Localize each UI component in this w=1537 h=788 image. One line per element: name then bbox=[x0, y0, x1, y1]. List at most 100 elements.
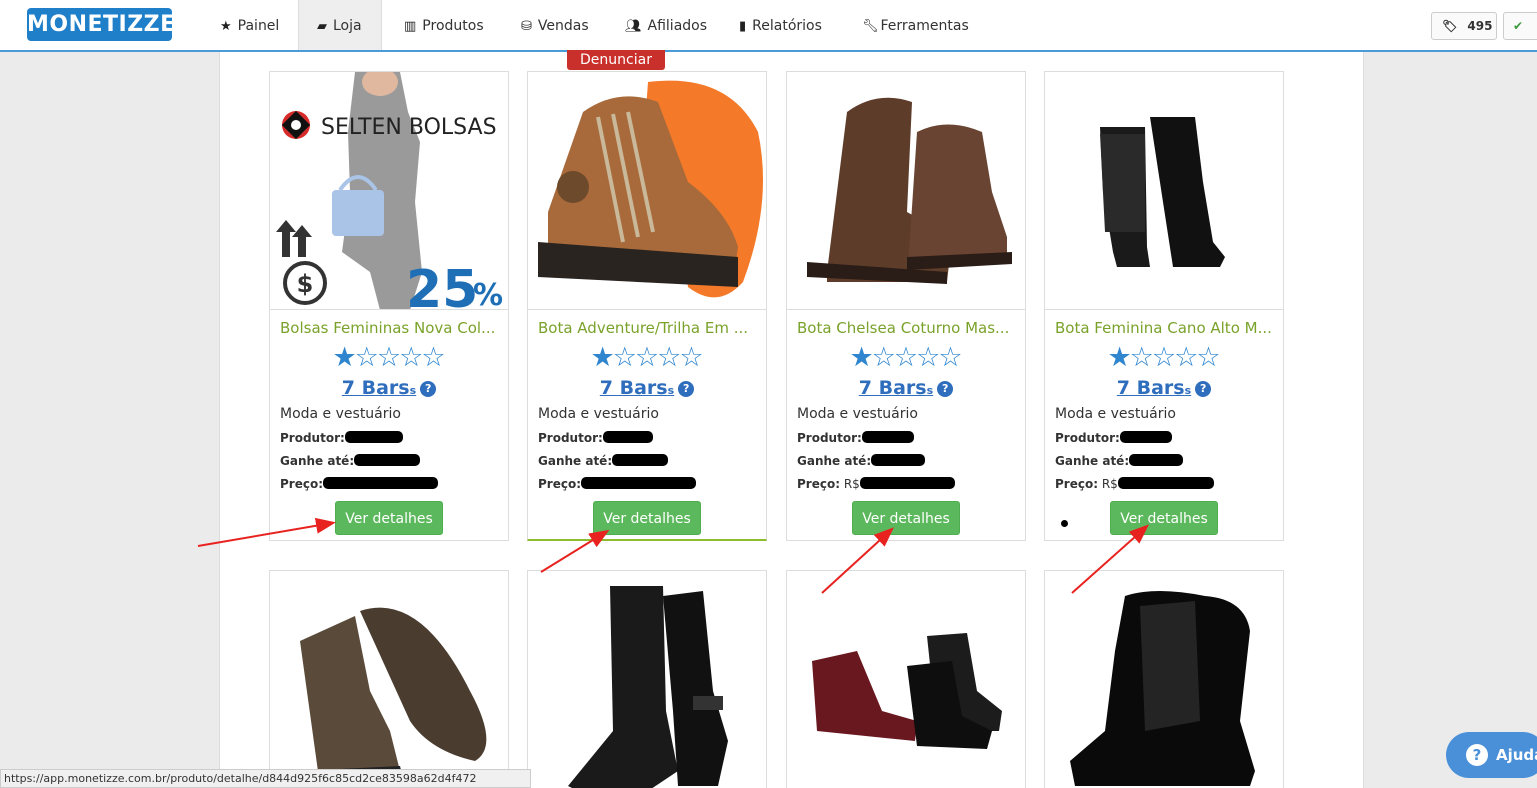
bars-rating-link[interactable]: 7 Barss? bbox=[787, 377, 1025, 399]
currency-prefix: R$ bbox=[843, 477, 860, 491]
product-card bbox=[786, 570, 1026, 788]
star-empty-icon: ☆ bbox=[657, 342, 682, 373]
product-image[interactable] bbox=[528, 571, 766, 788]
bars-label: 7 Bars bbox=[341, 377, 410, 399]
star-empty-icon: ☆ bbox=[871, 342, 896, 373]
product-image[interactable] bbox=[270, 571, 508, 788]
nav-afiliados[interactable]: 👥︎ Afiliados bbox=[625, 0, 707, 50]
star-filled-icon: ★ bbox=[1107, 342, 1132, 373]
shopping-bag-icon: ▰ bbox=[317, 19, 327, 34]
browser-status-url: https://app.monetizze.com.br/produto/det… bbox=[0, 769, 531, 788]
nav-painel[interactable]: ★ Painel bbox=[220, 0, 279, 50]
bar-chart-icon: ▮ bbox=[739, 19, 747, 34]
product-title[interactable]: Bota Adventure/Trilha Em ... bbox=[538, 319, 760, 337]
redacted-value bbox=[354, 454, 421, 466]
redacted-value bbox=[602, 431, 653, 443]
product-image[interactable] bbox=[1045, 72, 1283, 310]
redacted-value bbox=[612, 454, 669, 466]
svg-text:SELTEN BOLSAS: SELTEN BOLSAS bbox=[321, 115, 497, 140]
rating-stars: ★☆☆☆☆ bbox=[787, 344, 1025, 372]
product-title[interactable]: Bolsas Femininas Nova Col... bbox=[280, 319, 502, 337]
nav-vendas[interactable]: ⛁ Vendas bbox=[521, 0, 589, 50]
details-button[interactable]: Ver detalhes bbox=[335, 501, 443, 535]
tag-count: 495 bbox=[1467, 19, 1493, 33]
help-icon[interactable]: ? bbox=[1195, 381, 1212, 397]
nav-label: Vendas bbox=[537, 18, 589, 34]
nav-relatorios[interactable]: ▮ Relatórios bbox=[739, 0, 822, 50]
nav-label: Produtos bbox=[422, 18, 484, 34]
svg-text:%: % bbox=[473, 278, 503, 310]
product-image[interactable] bbox=[1045, 571, 1283, 788]
details-button[interactable]: Ver detalhes bbox=[1110, 501, 1218, 535]
star-empty-icon: ☆ bbox=[376, 342, 402, 373]
bars-rating-link[interactable]: 7 Barss? bbox=[1045, 377, 1283, 399]
currency-prefix: R$ bbox=[1101, 477, 1118, 491]
nav-label: Painel bbox=[237, 18, 280, 34]
check-circle-icon: ✔ bbox=[1513, 19, 1524, 33]
help-icon[interactable]: ? bbox=[420, 381, 437, 397]
svg-text:25: 25 bbox=[406, 260, 478, 310]
details-button[interactable]: Ver detalhes bbox=[593, 501, 701, 535]
redacted-value bbox=[1119, 431, 1172, 443]
nav-loja[interactable]: ▰ Loja bbox=[298, 0, 382, 50]
rating-stars: ★☆☆☆☆ bbox=[528, 344, 766, 372]
star-empty-icon: ☆ bbox=[1196, 342, 1221, 373]
star-icon: ★ bbox=[220, 19, 232, 34]
product-image[interactable] bbox=[787, 571, 1025, 788]
nav-label: Relatórios bbox=[752, 18, 822, 34]
bars-rating-link[interactable]: 7 Barss? bbox=[270, 377, 508, 399]
redaction-dot bbox=[1061, 520, 1068, 527]
top-navbar: MONETIZZE ★ Painel ▰ Loja ▥ Produtos ⛁ Venda… bbox=[0, 0, 1537, 52]
wrench-icon: 🔧︎ bbox=[862, 19, 879, 34]
star-empty-icon: ☆ bbox=[938, 342, 963, 373]
star-filled-icon: ★ bbox=[849, 342, 874, 373]
question-icon: ? bbox=[1466, 744, 1488, 766]
help-label: Ajuda bbox=[1496, 746, 1537, 764]
nav-label: Afiliados bbox=[647, 18, 708, 34]
star-filled-icon: ★ bbox=[590, 342, 615, 373]
product-category: Moda e vestuário bbox=[280, 406, 401, 422]
star-empty-icon: ☆ bbox=[1151, 342, 1177, 373]
users-icon: 👥︎ bbox=[625, 19, 642, 34]
price-row: Preço: bbox=[280, 477, 439, 491]
product-image[interactable]: SELTEN BOLSAS $ 25 % bbox=[270, 72, 508, 310]
status-check-button[interactable]: ✔ bbox=[1503, 12, 1537, 40]
product-image[interactable] bbox=[787, 72, 1025, 310]
star-empty-icon: ☆ bbox=[421, 342, 446, 373]
help-icon[interactable]: ? bbox=[937, 381, 954, 397]
product-card: Bota Adventure/Trilha Em ... ★☆☆☆☆ 7 Bar… bbox=[527, 71, 767, 541]
producer-row: Produtor: bbox=[797, 431, 914, 445]
details-button[interactable]: Ver detalhes bbox=[852, 501, 960, 535]
tag-count-button[interactable]: 🏷︎ 495 bbox=[1431, 12, 1497, 40]
star-empty-icon: ☆ bbox=[354, 342, 379, 373]
product-card: Bota Chelsea Coturno Mas... ★☆☆☆☆ 7 Bars… bbox=[786, 71, 1026, 541]
help-chat-button[interactable]: ? Ajuda bbox=[1446, 732, 1537, 778]
earn-row: Ganhe até: bbox=[797, 454, 926, 468]
bars-rating-link[interactable]: 7 Barss? bbox=[528, 377, 766, 399]
barcode-icon: ▥ bbox=[404, 19, 417, 34]
producer-row: Produtor: bbox=[1055, 431, 1172, 445]
star-empty-icon: ☆ bbox=[893, 342, 919, 373]
monetizze-logo[interactable]: MONETIZZE bbox=[27, 8, 175, 41]
price-row: Preço: bbox=[538, 477, 697, 491]
product-title[interactable]: Bota Feminina Cano Alto M... bbox=[1055, 319, 1277, 337]
report-button[interactable]: Denunciar bbox=[567, 50, 665, 70]
help-icon[interactable]: ? bbox=[678, 381, 695, 397]
price-row: Preço: R$ bbox=[1055, 477, 1214, 491]
redacted-value bbox=[861, 431, 914, 443]
product-title[interactable]: Bota Chelsea Coturno Mas... bbox=[797, 319, 1019, 337]
star-empty-icon: ☆ bbox=[612, 342, 637, 373]
nav-label: Loja bbox=[333, 18, 362, 34]
product-card bbox=[1044, 570, 1284, 788]
star-empty-icon: ☆ bbox=[1129, 342, 1154, 373]
product-image[interactable] bbox=[528, 72, 766, 310]
rating-stars: ★☆☆☆☆ bbox=[1045, 344, 1283, 372]
rating-stars: ★☆☆☆☆ bbox=[270, 344, 508, 372]
redacted-value bbox=[323, 477, 439, 489]
nav-produtos[interactable]: ▥ Produtos bbox=[404, 0, 484, 50]
nav-ferramentas[interactable]: 🔧︎ Ferramentas bbox=[862, 0, 969, 50]
star-empty-icon: ☆ bbox=[916, 342, 941, 373]
star-empty-icon: ☆ bbox=[1174, 342, 1199, 373]
producer-row: Produtor: bbox=[280, 431, 403, 445]
nav-label: Ferramentas bbox=[880, 18, 969, 34]
